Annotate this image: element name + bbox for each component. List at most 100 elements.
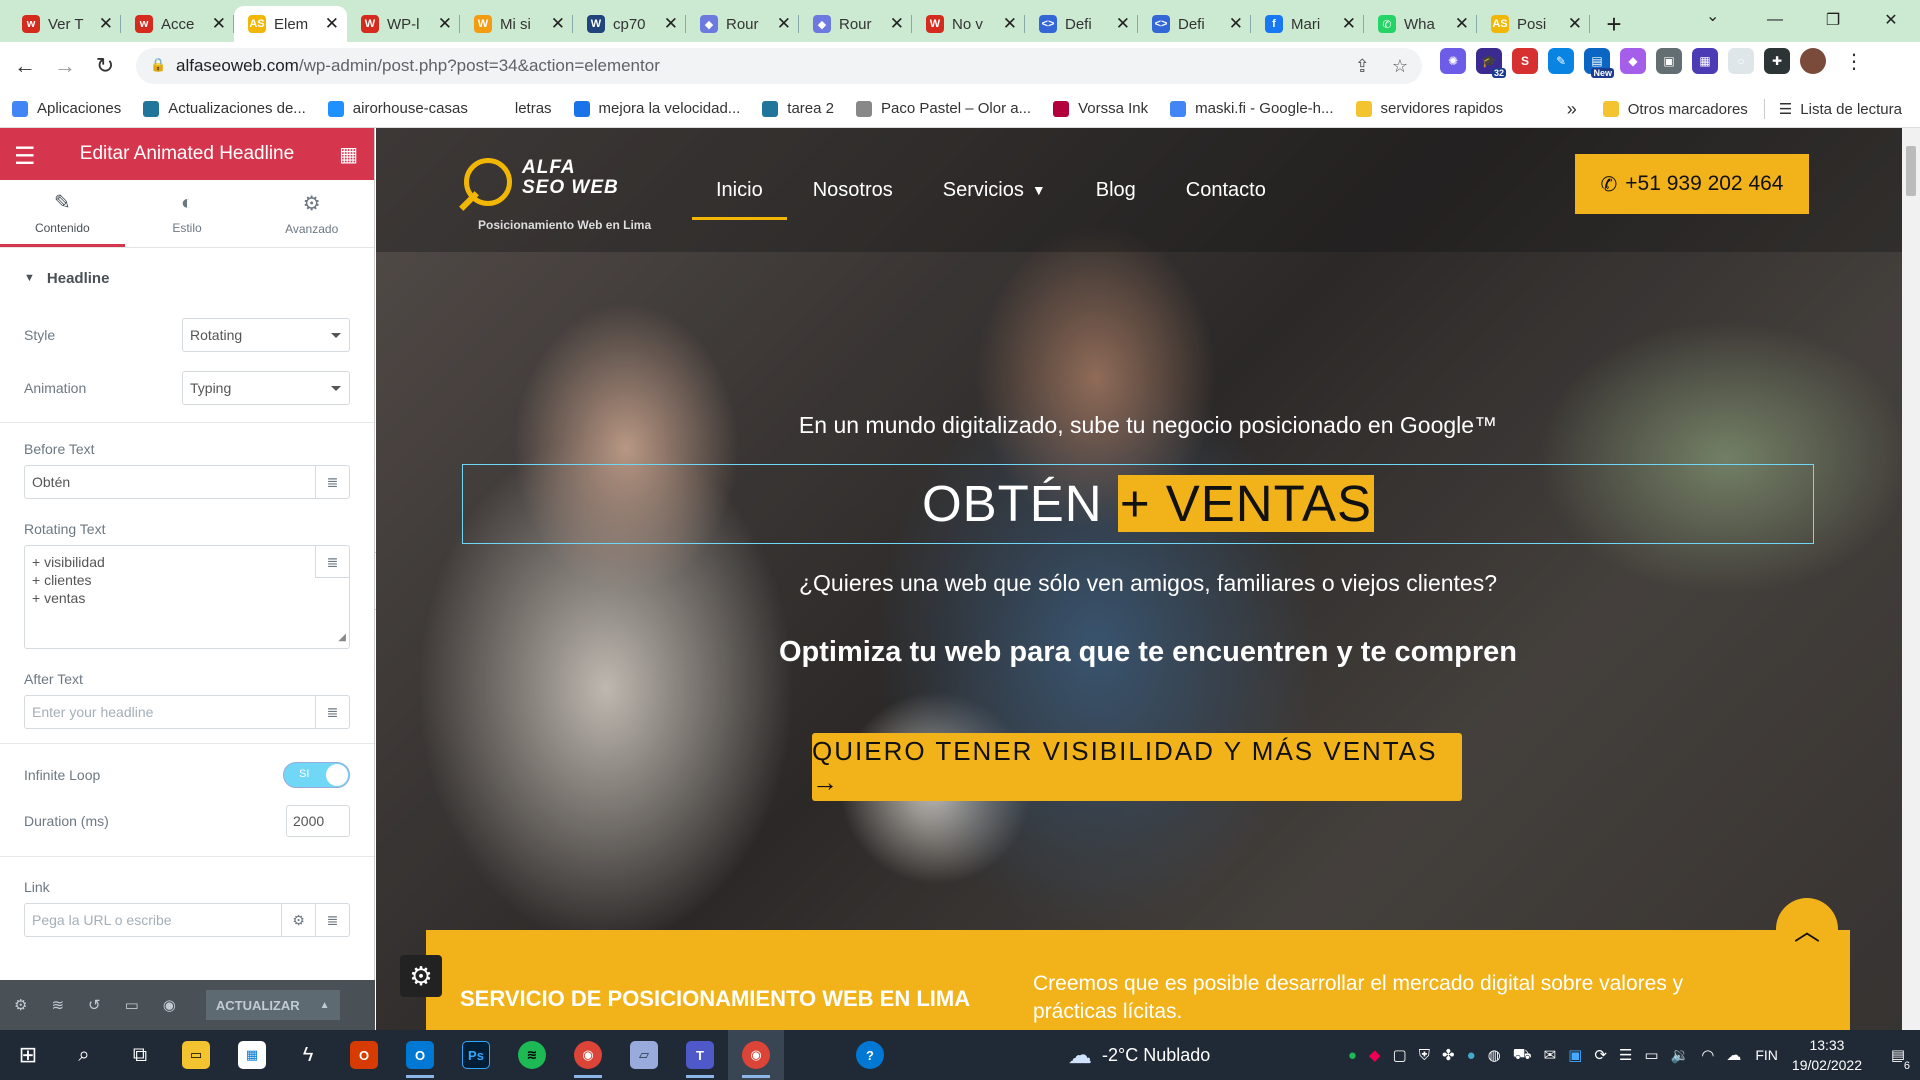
tab-close-icon[interactable]: ✕ bbox=[1568, 14, 1582, 34]
browser-tab[interactable]: w Acce ✕ bbox=[121, 6, 234, 42]
bookmark-item[interactable]: maski.fi - Google-h... bbox=[1170, 100, 1334, 117]
widget-settings-gear-icon[interactable]: ⚙ bbox=[400, 955, 442, 997]
photoshop-icon[interactable]: Ps bbox=[448, 1030, 504, 1080]
weather-widget[interactable]: ☁ -2°C Nublado bbox=[1068, 1030, 1210, 1080]
before-text-input[interactable]: Obtén ≣ bbox=[24, 465, 350, 499]
task-view-icon[interactable]: ⧉ bbox=[112, 1030, 168, 1080]
tab-close-icon[interactable]: ✕ bbox=[325, 14, 339, 34]
menu-hamburger-icon[interactable]: ☰ bbox=[14, 142, 36, 171]
site-logo[interactable]: ALFA SEO WEB Posicionamiento Web en Lima bbox=[459, 156, 674, 232]
help-icon[interactable]: ? bbox=[842, 1030, 898, 1080]
start-windows-icon[interactable]: ⊞ bbox=[0, 1030, 56, 1080]
browser-tab[interactable]: W WP-l ✕ bbox=[347, 6, 460, 42]
nav-contacto[interactable]: Contacto bbox=[1186, 170, 1266, 210]
teams-icon[interactable]: T bbox=[672, 1030, 728, 1080]
tab-close-icon[interactable]: ✕ bbox=[438, 14, 452, 34]
extension-icon[interactable]: ○ bbox=[1728, 48, 1754, 74]
link-input[interactable]: Pega la URL o escribe ⚙ ≣ bbox=[24, 903, 350, 937]
bookmark-star-icon[interactable]: ☆ bbox=[1392, 56, 1408, 77]
chrome-active-icon[interactable]: ◉ bbox=[728, 1030, 784, 1080]
new-tab-button[interactable]: + bbox=[1596, 6, 1632, 42]
bookmark-item[interactable]: letras bbox=[489, 100, 552, 117]
chevron-up-icon[interactable]: ▲ bbox=[320, 1000, 330, 1011]
extension-icon[interactable]: ◆ bbox=[1620, 48, 1646, 74]
tab-search-chevron-icon[interactable]: ⌄ bbox=[1706, 6, 1719, 26]
after-text-input[interactable]: Enter your headline ≣ bbox=[24, 695, 350, 729]
reading-list[interactable]: ☰ Lista de lectura bbox=[1779, 100, 1902, 119]
browser-tab[interactable]: AS Posi ✕ bbox=[1477, 6, 1590, 42]
widgets-grid-icon[interactable]: ▦ bbox=[339, 142, 358, 167]
tab-contenido[interactable]: ✎ Contenido bbox=[0, 180, 125, 247]
extension-icon[interactable]: ▦ bbox=[1692, 48, 1718, 74]
bookmark-item[interactable]: Vorssa Ink bbox=[1053, 100, 1148, 117]
browser-tab[interactable]: f Mari ✕ bbox=[1251, 6, 1364, 42]
tab-close-icon[interactable]: ✕ bbox=[1229, 14, 1243, 34]
onedrive-cloud-icon[interactable]: ☁ bbox=[1726, 1046, 1741, 1064]
maximize-icon[interactable]: ❐ bbox=[1804, 0, 1862, 40]
search-icon[interactable]: ⌕ bbox=[56, 1030, 112, 1080]
dynamic-tags-icon[interactable]: ≣ bbox=[315, 546, 349, 578]
tab-close-icon[interactable]: ✕ bbox=[1455, 14, 1469, 34]
animated-headline[interactable]: OBTÉN + VENTAS bbox=[376, 464, 1920, 544]
bookmark-item[interactable]: Paco Pastel – Olor a... bbox=[856, 100, 1031, 117]
preview-scrollbar[interactable] bbox=[1902, 128, 1920, 1030]
cta-button[interactable]: QUIERO TENER VISIBILIDAD Y MÁS VENTAS → bbox=[812, 733, 1462, 801]
browser-tab[interactable]: AS Elem ✕ bbox=[234, 6, 347, 42]
browser-tab[interactable]: w Ver T ✕ bbox=[8, 6, 121, 42]
link-options-gear-icon[interactable]: ⚙ bbox=[281, 904, 315, 936]
bookmark-item[interactable]: mejora la velocidad... bbox=[573, 100, 740, 117]
extension-icon[interactable]: ✚ bbox=[1764, 48, 1790, 74]
tray-app-icon[interactable]: ⟳ bbox=[1594, 1046, 1607, 1064]
tab-close-icon[interactable]: ✕ bbox=[664, 14, 678, 34]
bookmarks-overflow-chevron[interactable]: » bbox=[1567, 99, 1577, 120]
tray-app-icon[interactable]: ▢ bbox=[1393, 1046, 1407, 1064]
bookmark-item[interactable]: Actualizaciones de... bbox=[143, 100, 306, 117]
preview-eye-icon[interactable]: ◉ bbox=[163, 996, 176, 1014]
nav-nosotros[interactable]: Nosotros bbox=[813, 170, 893, 210]
resize-handle-icon[interactable]: ◢ bbox=[338, 629, 346, 647]
bookmark-item[interactable]: servidores rapidos bbox=[1355, 100, 1503, 117]
tab-estilo[interactable]: ◐ Estilo bbox=[125, 180, 250, 247]
tray-app-icon[interactable]: ● bbox=[1467, 1047, 1476, 1064]
back-arrow-icon[interactable]: ← bbox=[10, 51, 40, 81]
nav-servicios[interactable]: Servicios ▼ bbox=[943, 170, 1046, 210]
dynamic-tags-icon[interactable]: ≣ bbox=[315, 696, 349, 728]
bookmark-item[interactable]: airorhouse-casas bbox=[327, 100, 468, 117]
language-indicator[interactable]: FIN bbox=[1755, 1047, 1778, 1063]
extension-icon[interactable]: ✎ bbox=[1548, 48, 1574, 74]
extension-icon[interactable]: ▣ bbox=[1656, 48, 1682, 74]
browser-menu-icon[interactable]: ⋮ bbox=[1844, 49, 1864, 74]
tray-app-icon[interactable]: ☰ bbox=[1619, 1046, 1632, 1064]
tray-app-icon[interactable]: ◍ bbox=[1488, 1046, 1501, 1064]
spotify-tray-icon[interactable]: ● bbox=[1348, 1047, 1357, 1064]
bookmark-item[interactable]: Aplicaciones bbox=[12, 100, 121, 117]
microsoft-store-icon[interactable]: ▦ bbox=[224, 1030, 280, 1080]
browser-tab[interactable]: W No v ✕ bbox=[912, 6, 1025, 42]
close-window-icon[interactable]: ✕ bbox=[1862, 0, 1920, 40]
scrollbar-thumb[interactable] bbox=[1906, 146, 1916, 196]
outlook-tray-icon[interactable]: ▣ bbox=[1568, 1046, 1582, 1064]
tab-close-icon[interactable]: ✕ bbox=[212, 14, 226, 34]
browser-tab[interactable]: Wcp70 ✕ bbox=[573, 6, 686, 42]
tray-app-icon[interactable]: ⛟ bbox=[1513, 1046, 1532, 1065]
tab-close-icon[interactable]: ✕ bbox=[99, 14, 113, 34]
address-bar[interactable]: 🔒 alfaseoweb.com/wp-admin/post.php?post=… bbox=[136, 48, 1422, 84]
infinite-loop-toggle[interactable]: SI bbox=[283, 762, 350, 788]
tray-app-icon[interactable]: ✤ bbox=[1442, 1046, 1455, 1064]
animation-select[interactable]: Typing bbox=[182, 370, 350, 405]
scroll-to-top-chevron-icon[interactable]: ︿ bbox=[1776, 898, 1838, 960]
tab-close-icon[interactable]: ✕ bbox=[777, 14, 791, 34]
browser-tab[interactable]: ◆ Rour ✕ bbox=[686, 6, 799, 42]
extension-icon[interactable]: S bbox=[1512, 48, 1538, 74]
notes-app-icon[interactable]: ▱ bbox=[616, 1030, 672, 1080]
tab-avanzado[interactable]: ⚙ Avanzado bbox=[249, 180, 374, 247]
duration-input[interactable]: 2000 bbox=[286, 805, 350, 837]
tab-close-icon[interactable]: ✕ bbox=[1003, 14, 1017, 34]
style-select[interactable]: Rotating bbox=[182, 317, 350, 352]
notifications-icon[interactable]: ▤ 6 bbox=[1876, 1046, 1920, 1072]
browser-tab[interactable]: W Mi si ✕ bbox=[460, 6, 573, 42]
extension-icon[interactable]: 🎓 32 bbox=[1476, 48, 1506, 78]
tab-close-icon[interactable]: ✕ bbox=[890, 14, 904, 34]
settings-gear-icon[interactable]: ⚙ bbox=[14, 996, 27, 1014]
spotify-icon[interactable]: ≋ bbox=[504, 1030, 560, 1080]
